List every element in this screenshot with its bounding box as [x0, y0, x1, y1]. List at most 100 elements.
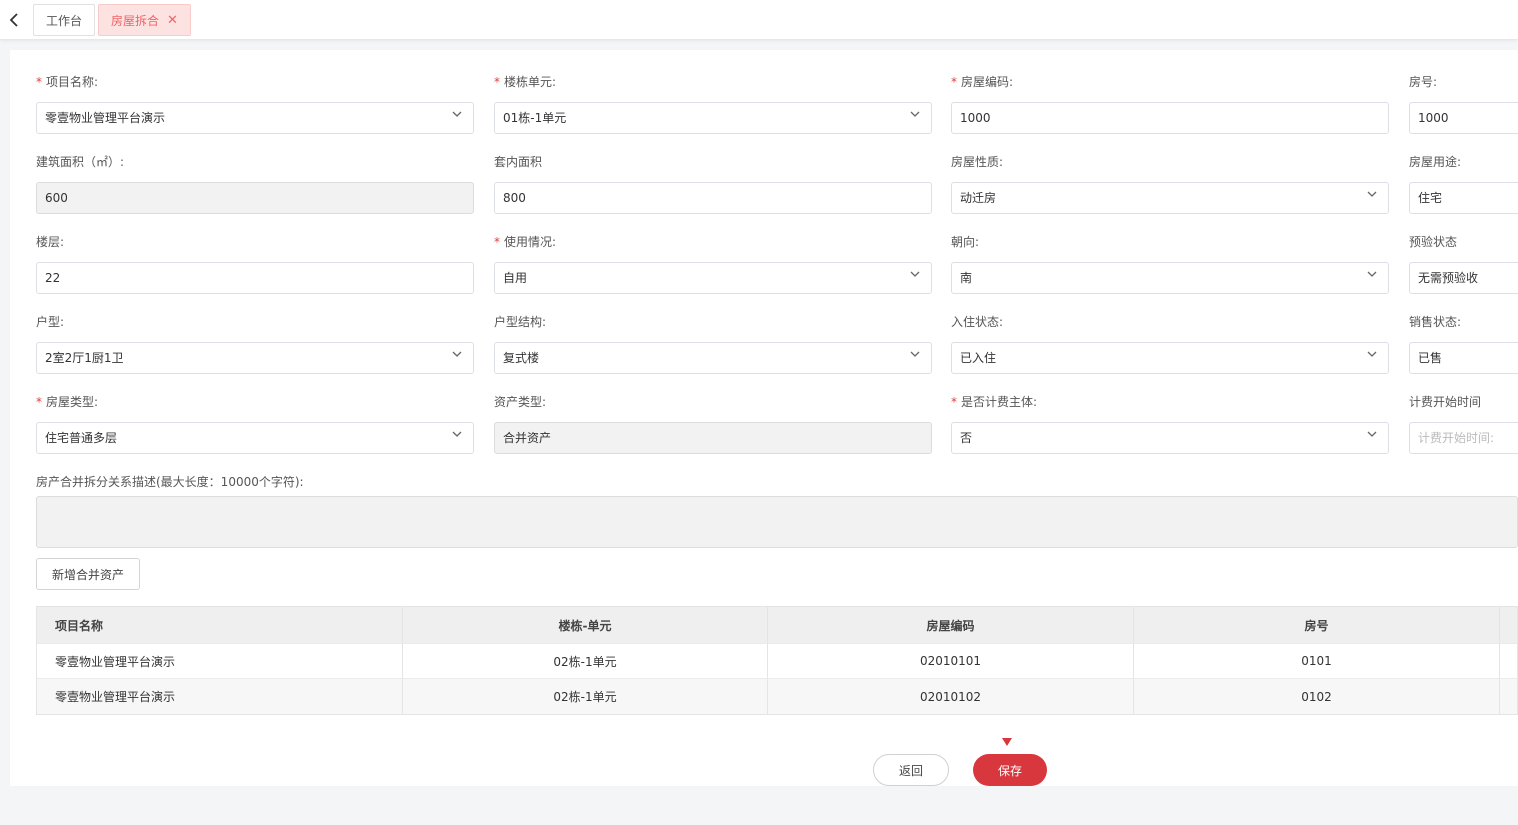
billing-start-date-input[interactable]: 计费开始时间: [1409, 422, 1518, 454]
field-label: 套内面积 [494, 155, 543, 169]
label-text: 楼栋单元: [504, 75, 557, 89]
description-label: 房产合并拆分关系描述(最大长度：10000个字符): [36, 475, 304, 489]
orientation-select[interactable]: 南 [951, 262, 1389, 294]
field-label: 建筑面积（㎡）: [36, 155, 125, 169]
select-value: 住宅 [1418, 191, 1443, 205]
select-value: 已入住 [960, 351, 997, 365]
required-mark: * [951, 395, 957, 409]
tab-workbench[interactable]: 工作台 [33, 4, 96, 36]
house-usage-select[interactable]: 住宅 [1409, 182, 1518, 214]
tab-label: 工作台 [46, 13, 83, 28]
select-value: 动迁房 [960, 191, 997, 205]
table-header-cell: 房号 [1134, 607, 1500, 643]
form-panel: * 项目名称: 零壹物业管理平台演示 * 楼栋单元: 01栋-1单元 * 房屋编码: … [10, 50, 1518, 786]
room-no-input[interactable]: 1000 [1409, 102, 1518, 134]
chevron-down-icon [910, 271, 920, 277]
table-cell [1500, 644, 1518, 678]
layout-select[interactable]: 2室2厅1厨1卫 [36, 342, 474, 374]
billing-subject-select[interactable]: 否 [951, 422, 1389, 454]
chevron-down-icon [910, 351, 920, 357]
field-label: 户型结构: [494, 315, 547, 329]
field-label: 朝向: [951, 235, 980, 249]
required-mark: * [494, 235, 500, 249]
building-unit-select[interactable]: 01栋-1单元 [494, 102, 932, 134]
field-label: 户型: [36, 315, 65, 329]
chevron-down-icon [1367, 271, 1377, 277]
table-cell: 零壹物业管理平台演示 [37, 644, 403, 678]
description-textarea[interactable] [36, 496, 1518, 548]
label-text: 项目名称: [46, 75, 99, 89]
floor-input[interactable]: 22 [36, 262, 474, 294]
house-code-input[interactable]: 1000 [951, 102, 1389, 134]
pre-check-select[interactable]: 无需预验收 [1409, 262, 1518, 294]
label-text: 房屋编码: [961, 75, 1014, 89]
table-cell: 0102 [1134, 679, 1500, 714]
field-label: * 房屋编码: [951, 74, 1013, 90]
tab-house-split-merge[interactable]: 房屋拆合 ✕ [98, 4, 191, 36]
layout-structure-select[interactable]: 复式楼 [494, 342, 932, 374]
field-label: 计费开始时间 [1409, 395, 1482, 409]
field-label: 房屋用途: [1409, 155, 1462, 169]
label-text: 房屋类型: [46, 395, 99, 409]
chevron-down-icon [910, 111, 920, 117]
chevron-down-icon [452, 111, 462, 117]
chevron-down-icon [1367, 191, 1377, 197]
field-label: * 使用情况: [494, 234, 556, 250]
label-text: 是否计费主体: [961, 395, 1038, 409]
usage-status-select[interactable]: 自用 [494, 262, 932, 294]
project-name-select[interactable]: 零壹物业管理平台演示 [36, 102, 474, 134]
asset-type-input: 合并资产 [494, 422, 932, 454]
table-header-row: 项目名称 楼栋-单元 房屋编码 房号 [37, 607, 1517, 644]
table-cell [1500, 679, 1518, 714]
table-cell: 0101 [1134, 644, 1500, 678]
select-value: 2室2厅1厨1卫 [45, 351, 124, 365]
table-cell: 02栋-1单元 [403, 679, 768, 714]
field-label: * 楼栋单元: [494, 74, 556, 90]
save-button[interactable]: 保存 [973, 754, 1047, 786]
field-label: 预验状态 [1409, 235, 1458, 249]
field-label: * 房屋类型: [36, 394, 98, 410]
house-type-select[interactable]: 住宅普通多层 [36, 422, 474, 454]
field-label: 楼层: [36, 235, 65, 249]
table-cell: 零壹物业管理平台演示 [37, 679, 403, 714]
building-area-input: 600 [36, 182, 474, 214]
table-cell: 02010102 [768, 679, 1134, 714]
close-icon[interactable]: ✕ [167, 13, 178, 28]
table-row[interactable]: 零壹物业管理平台演示 02栋-1单元 02010101 0101 [37, 644, 1517, 679]
pointer-arrow-icon [1002, 738, 1012, 746]
field-label: 房屋性质: [951, 155, 1004, 169]
chevron-down-icon [1367, 431, 1377, 437]
chevron-down-icon [452, 351, 462, 357]
field-label: 房号: [1409, 75, 1438, 89]
table-header-cell: 房屋编码 [768, 607, 1134, 643]
table-header-cell [1500, 607, 1518, 643]
tab-label: 房屋拆合 [111, 13, 160, 28]
select-value: 自用 [503, 271, 528, 285]
table-header-cell: 项目名称 [37, 607, 403, 643]
house-nature-select[interactable]: 动迁房 [951, 182, 1389, 214]
required-mark: * [36, 75, 42, 89]
occupancy-select[interactable]: 已入住 [951, 342, 1389, 374]
select-value: 住宅普通多层 [45, 431, 118, 445]
inner-area-input[interactable]: 800 [494, 182, 932, 214]
select-value: 复式楼 [503, 351, 540, 365]
select-value: 南 [960, 271, 973, 285]
field-label: 资产类型: [494, 395, 547, 409]
tab-bar: 工作台 房屋拆合 ✕ [0, 0, 1518, 40]
select-value: 否 [960, 431, 973, 445]
label-text: 使用情况: [504, 235, 557, 249]
sale-status-select[interactable]: 已售 [1409, 342, 1518, 374]
field-label: 入住状态: [951, 315, 1004, 329]
field-label: * 是否计费主体: [951, 394, 1037, 410]
back-chevron-icon[interactable] [0, 4, 28, 36]
select-value: 零壹物业管理平台演示 [45, 111, 166, 125]
chevron-down-icon [452, 431, 462, 437]
required-mark: * [494, 75, 500, 89]
field-label: 销售状态: [1409, 315, 1462, 329]
return-button[interactable]: 返回 [873, 754, 949, 786]
table-cell: 02栋-1单元 [403, 644, 768, 678]
table-cell: 02010101 [768, 644, 1134, 678]
add-merge-asset-button[interactable]: 新增合并资产 [36, 558, 140, 590]
chevron-down-icon [1367, 351, 1377, 357]
table-row[interactable]: 零壹物业管理平台演示 02栋-1单元 02010102 0102 [37, 679, 1517, 714]
